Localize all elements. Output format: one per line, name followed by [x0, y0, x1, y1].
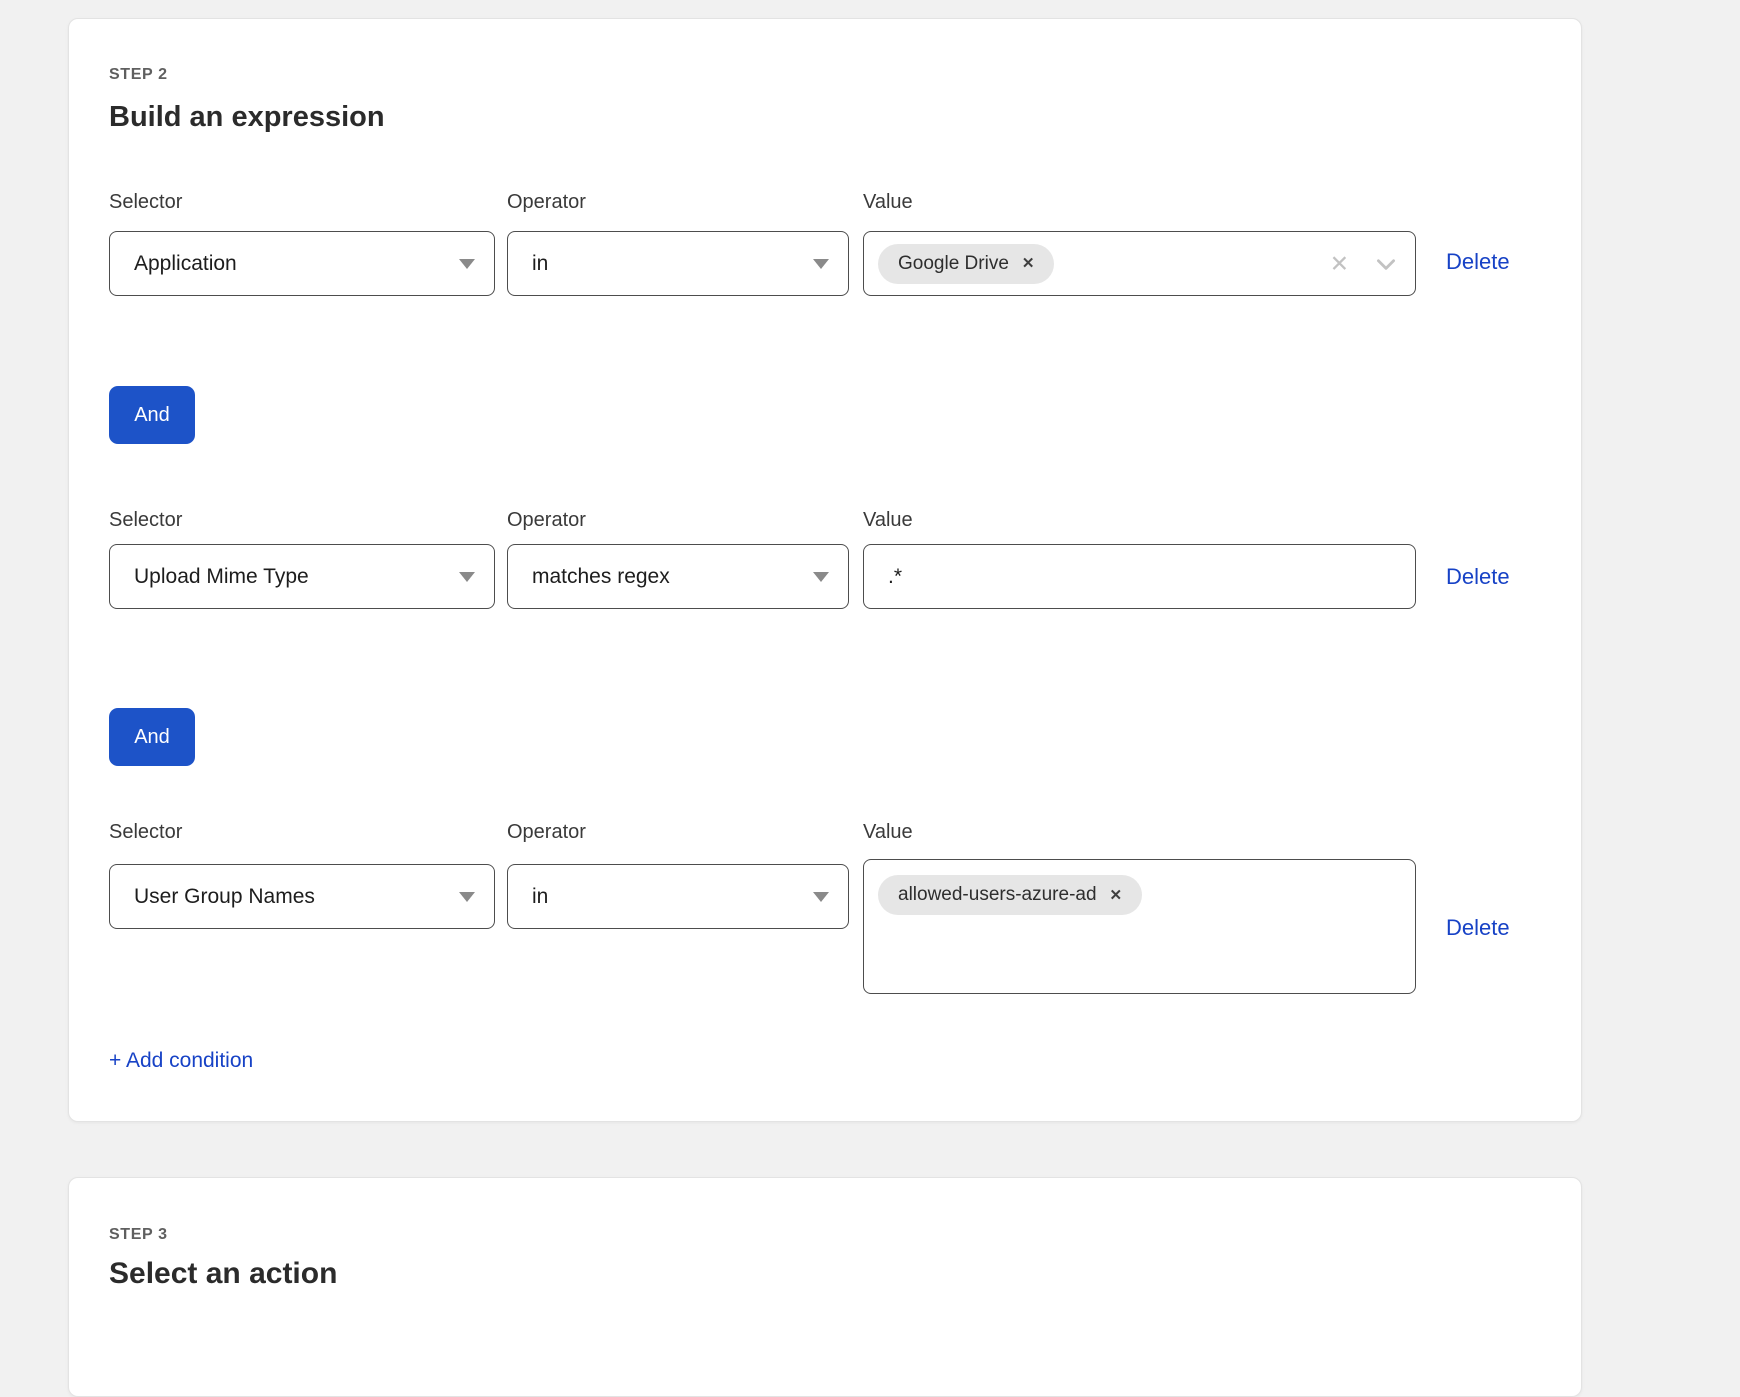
value-label-row2: Value [863, 509, 1416, 532]
and-button-1[interactable]: And [109, 386, 195, 444]
selector-value-row1: Application [134, 252, 237, 276]
selector-dropdown-row3[interactable]: User Group Names [109, 864, 495, 929]
operator-dropdown-row3[interactable]: in [507, 864, 849, 929]
value-multiselect-row1[interactable]: Google Drive ✕ ✕ [863, 231, 1416, 296]
add-condition-link[interactable]: + Add condition [109, 1049, 253, 1073]
operator-value-row1: in [532, 252, 548, 276]
select-action-card: STEP 3 Select an action [68, 1177, 1582, 1397]
caret-down-icon [459, 892, 475, 902]
value-tag-label: allowed-users-azure-ad [898, 884, 1097, 906]
and-button-2[interactable]: And [109, 708, 195, 766]
selector-dropdown-row1[interactable]: Application [109, 231, 495, 296]
caret-down-icon [459, 572, 475, 582]
step2-label: STEP 2 [109, 66, 168, 84]
delete-row3-link[interactable]: Delete [1446, 915, 1510, 941]
remove-tag-icon[interactable]: ✕ [1022, 256, 1035, 271]
build-expression-title: Build an expression [109, 101, 385, 134]
selector-label-row2: Selector [109, 509, 495, 532]
value-tag: Google Drive ✕ [878, 244, 1054, 284]
operator-label-row3: Operator [507, 821, 849, 844]
selector-label-row1: Selector [109, 191, 495, 214]
value-label-row3: Value [863, 821, 1416, 844]
operator-label-row2: Operator [507, 509, 849, 532]
clear-all-icon[interactable]: ✕ [1330, 252, 1349, 275]
delete-row2-link[interactable]: Delete [1446, 564, 1510, 590]
caret-down-icon [459, 259, 475, 269]
caret-down-icon [813, 892, 829, 902]
chevron-down-icon[interactable] [1373, 251, 1399, 277]
selector-dropdown-row2[interactable]: Upload Mime Type [109, 544, 495, 609]
build-expression-card: STEP 2 Build an expression Selector Oper… [68, 18, 1582, 1122]
remove-tag-icon[interactable]: ✕ [1110, 888, 1123, 903]
delete-row1-link[interactable]: Delete [1446, 249, 1510, 275]
step3-label: STEP 3 [109, 1226, 168, 1244]
value-tag: allowed-users-azure-ad ✕ [878, 875, 1142, 915]
operator-value-row2: matches regex [532, 565, 670, 589]
operator-label-row1: Operator [507, 191, 849, 214]
page-background: STEP 2 Build an expression Selector Oper… [0, 0, 1740, 1290]
value-tag-label: Google Drive [898, 253, 1009, 275]
value-input-row2[interactable] [863, 544, 1416, 609]
selector-label-row3: Selector [109, 821, 495, 844]
selector-value-row3: User Group Names [134, 885, 315, 909]
value-label-row1: Value [863, 191, 1416, 214]
operator-value-row3: in [532, 885, 548, 909]
value-multiselect-row3[interactable]: allowed-users-azure-ad ✕ [863, 859, 1416, 994]
operator-dropdown-row2[interactable]: matches regex [507, 544, 849, 609]
selector-value-row2: Upload Mime Type [134, 565, 309, 589]
caret-down-icon [813, 259, 829, 269]
operator-dropdown-row1[interactable]: in [507, 231, 849, 296]
caret-down-icon [813, 572, 829, 582]
select-action-title: Select an action [109, 1257, 337, 1291]
